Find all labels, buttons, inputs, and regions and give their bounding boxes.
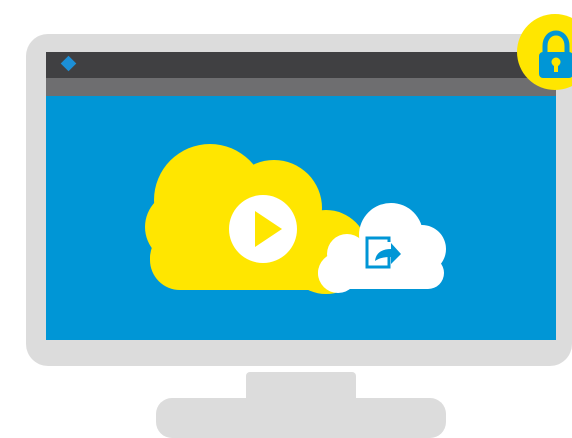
monitor-stand-base [156, 398, 446, 438]
play-icon [229, 195, 297, 263]
padlock-icon [517, 14, 572, 90]
cloud-illustration [145, 144, 446, 294]
monitor-screen [46, 52, 556, 340]
